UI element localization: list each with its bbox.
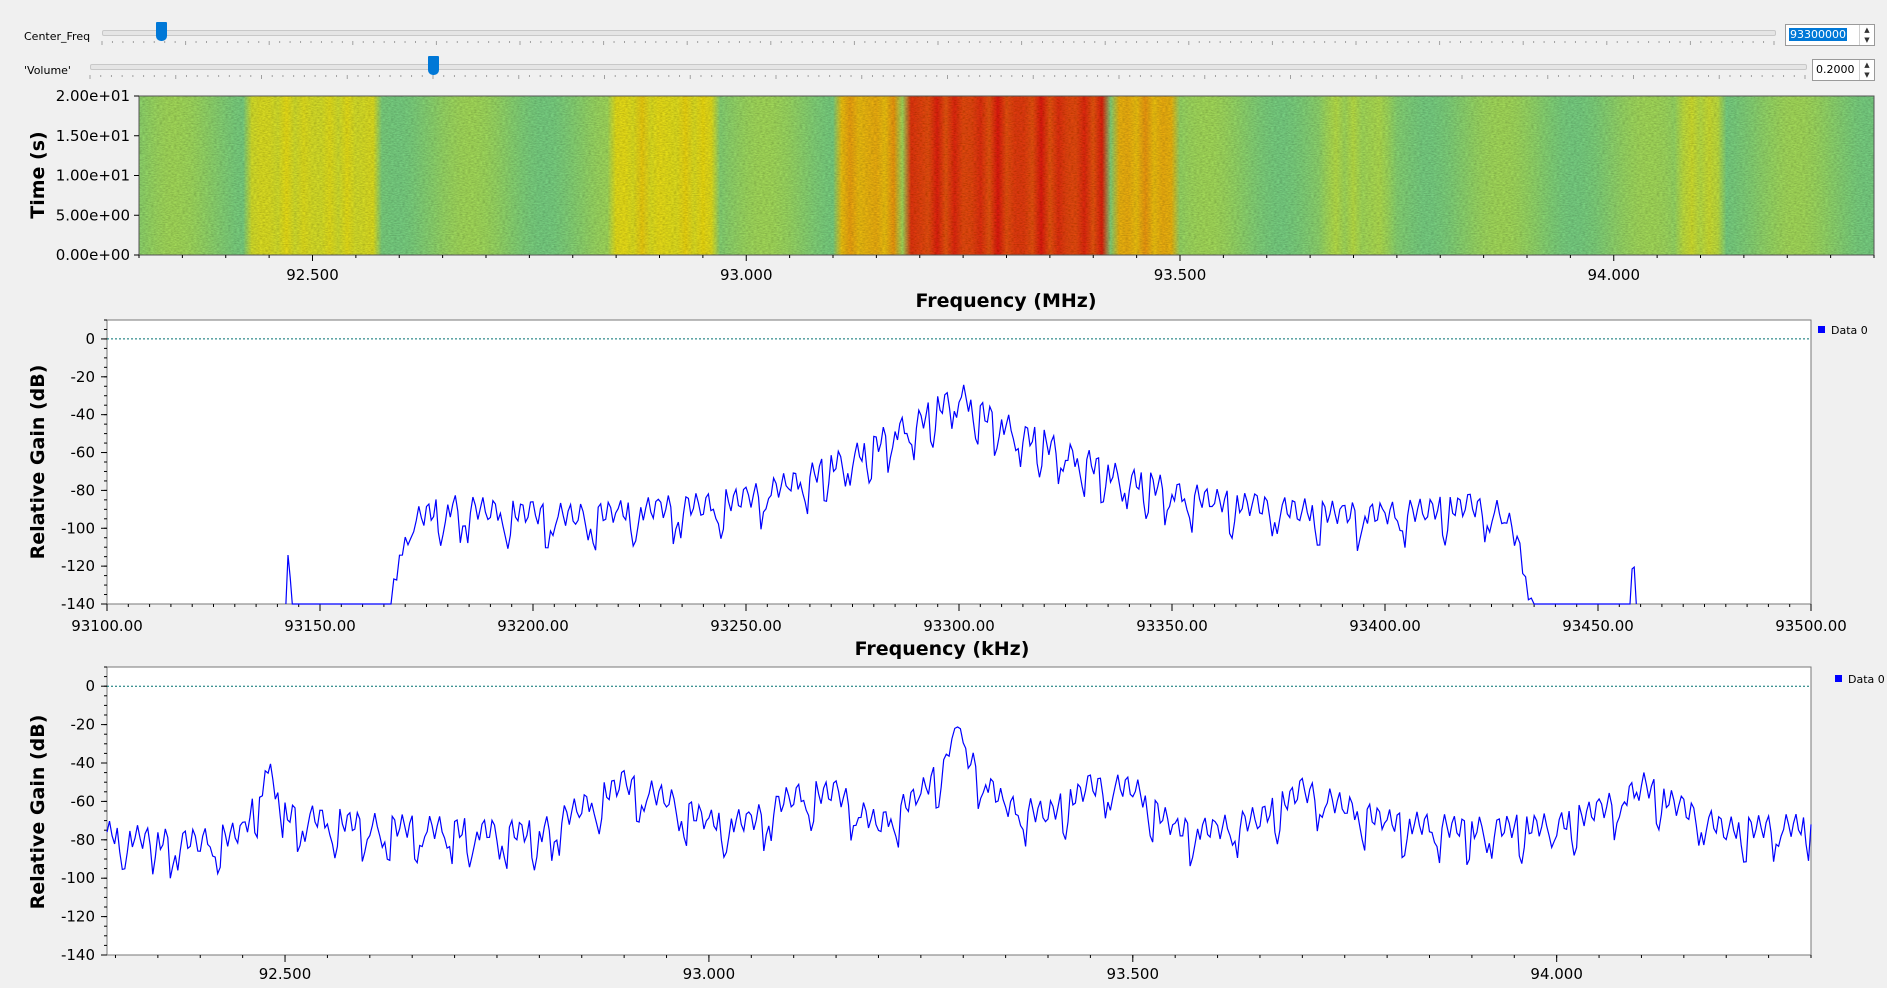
xtick-label: 94.000: [1530, 965, 1583, 983]
plot2-canvas: [106, 666, 1812, 956]
ytick-label: -40: [71, 754, 96, 772]
plot2-legend-marker: [1835, 675, 1842, 682]
ytick-label: -80: [71, 831, 96, 849]
xtick-label: 93.000: [683, 965, 736, 983]
ytick-label: -140: [61, 946, 95, 964]
ytick-label: -60: [71, 792, 96, 810]
xtick-label: 92.500: [259, 965, 312, 983]
ytick-label: -20: [71, 716, 96, 734]
ytick-label: 0: [85, 677, 95, 695]
plot2-ylabel: Relative Gain (dB): [27, 715, 49, 910]
freq-plot-2[interactable]: 0 -20 -40 -60 -80 -100 -120 -140 92.500 93.000 93.…: [0, 0, 1887, 988]
plot2-legend-label: Data 0: [1848, 673, 1885, 686]
xtick-label: 93.500: [1107, 965, 1160, 983]
ytick-label: -100: [61, 869, 95, 887]
ytick-label: -120: [61, 908, 95, 926]
